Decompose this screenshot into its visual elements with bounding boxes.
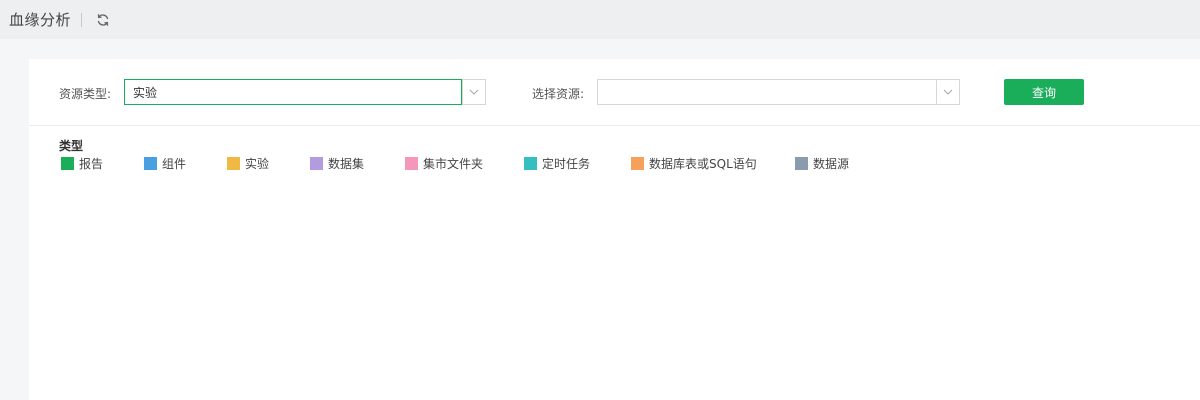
query-button[interactable]: 查询 <box>1004 79 1084 105</box>
legend-swatch <box>61 157 74 170</box>
legend-item-dataset[interactable]: 数据集 <box>310 155 364 172</box>
legend-item-scheduled-task[interactable]: 定时任务 <box>524 155 590 172</box>
legend-swatch <box>310 157 323 170</box>
legend-label: 实验 <box>245 157 270 171</box>
legend-swatch <box>524 157 537 170</box>
legend-item-datasource[interactable]: 数据源 <box>795 155 849 172</box>
legend-swatch <box>227 157 240 170</box>
select-resource-select[interactable] <box>597 79 960 105</box>
page-title: 血缘分析 <box>9 11 72 29</box>
select-resource-value[interactable] <box>598 80 936 104</box>
legend-swatch <box>631 157 644 170</box>
resource-type-select[interactable]: 实验 <box>124 79 486 105</box>
legend-swatch <box>795 157 808 170</box>
resource-type-value[interactable]: 实验 <box>124 79 462 105</box>
legend-item-db-table-sql[interactable]: 数据库表或SQL语句 <box>631 155 757 172</box>
select-resource-label: 选择资源: <box>532 87 585 101</box>
main-panel: 资源类型: 实验 选择资源: 查询 类型 报告 组件 实验 数据集 集市文件夹 … <box>29 59 1200 400</box>
chevron-down-icon[interactable] <box>936 80 959 104</box>
legend-swatch <box>144 157 157 170</box>
legend-item-market-folder[interactable]: 集市文件夹 <box>405 155 483 172</box>
legend-item-component[interactable]: 组件 <box>144 155 186 172</box>
legend-item-report[interactable]: 报告 <box>61 155 103 172</box>
legend-swatch <box>405 157 418 170</box>
top-bar: 血缘分析 <box>0 0 1200 39</box>
title-divider <box>81 12 83 27</box>
legend-label: 数据源 <box>813 157 850 171</box>
legend-label: 数据集 <box>328 157 365 171</box>
legend-label: 数据库表或SQL语句 <box>649 157 757 171</box>
legend-item-experiment[interactable]: 实验 <box>227 155 269 172</box>
filter-row: 资源类型: 实验 选择资源: 查询 <box>29 59 1200 126</box>
legend-label: 集市文件夹 <box>423 157 484 171</box>
refresh-icon[interactable] <box>95 12 111 28</box>
chevron-down-icon[interactable] <box>462 80 485 104</box>
resource-type-label: 资源类型: <box>59 87 112 101</box>
legend-label: 组件 <box>162 157 187 171</box>
legend-label: 报告 <box>79 157 104 171</box>
legend-title: 类型 <box>59 139 84 153</box>
legend-label: 定时任务 <box>542 157 591 171</box>
